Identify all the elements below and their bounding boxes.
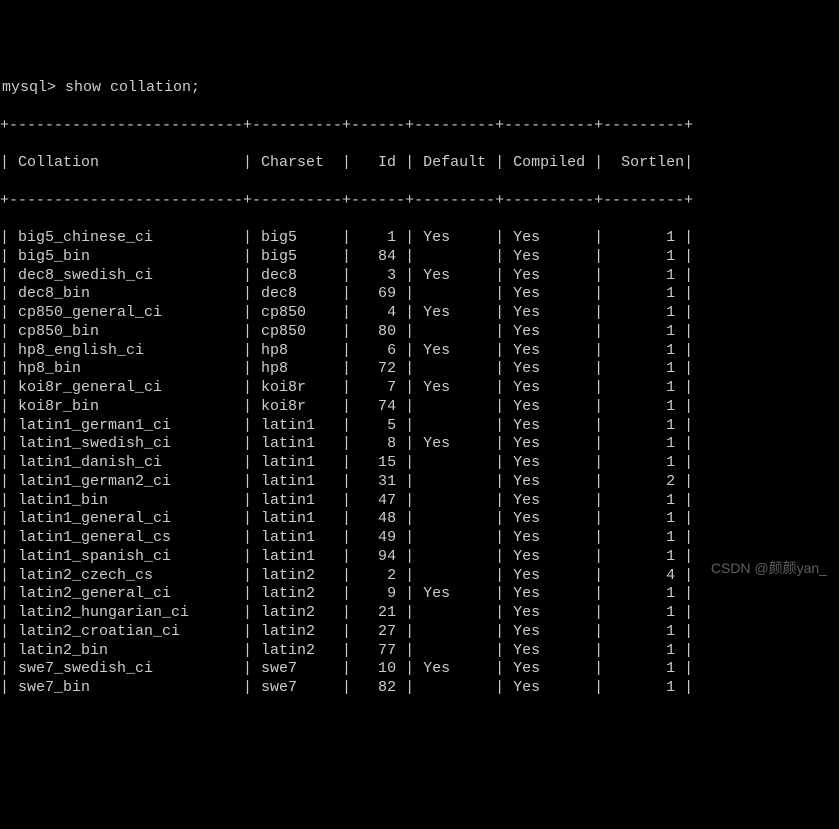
table-row: | koi8r_bin | koi8r | 74 | | Yes | 1 | <box>0 398 839 417</box>
table-row: | latin1_general_ci | latin1 | 48 | | Ye… <box>0 510 839 529</box>
table-body: | big5_chinese_ci | big5 | 1 | Yes | Yes… <box>0 229 839 698</box>
mysql-prompt: mysql> show collation; <box>0 79 839 98</box>
table-row: | latin1_bin | latin1 | 47 | | Yes | 1 | <box>0 492 839 511</box>
table-row: | dec8_bin | dec8 | 69 | | Yes | 1 | <box>0 285 839 304</box>
table-top-border: +--------------------------+----------+-… <box>0 117 839 136</box>
header-default: Default <box>423 154 495 173</box>
table-row: | latin1_danish_ci | latin1 | 15 | | Yes… <box>0 454 839 473</box>
table-row: | hp8_bin | hp8 | 72 | | Yes | 1 | <box>0 360 839 379</box>
table-row: | latin2_general_ci | latin2 | 9 | Yes |… <box>0 585 839 604</box>
table-header-row: | Collation | Charset | Id | Default| Co… <box>0 154 839 173</box>
table-header-border: +--------------------------+----------+-… <box>0 192 839 211</box>
table-row: | hp8_english_ci | hp8 | 6 | Yes | Yes |… <box>0 342 839 361</box>
table-row: | swe7_swedish_ci | swe7 | 10 | Yes | Ye… <box>0 660 839 679</box>
header-sortlen: Sortlen <box>612 154 684 173</box>
table-row: | latin2_hungarian_ci | latin2 | 21 | | … <box>0 604 839 623</box>
watermark-text: CSDN @颜颜yan_ <box>711 560 827 578</box>
table-row: | latin2_bin | latin2 | 77 | | Yes | 1 | <box>0 642 839 661</box>
table-row: | big5_bin | big5 | 84 | | Yes | 1 | <box>0 248 839 267</box>
header-id: Id <box>360 154 396 173</box>
table-row: | cp850_bin | cp850 | 80 | | Yes | 1 | <box>0 323 839 342</box>
header-compiled: Compiled <box>513 154 594 173</box>
table-row: | latin1_german2_ci | latin1 | 31 | | Ye… <box>0 473 839 492</box>
table-row: | dec8_swedish_ci | dec8 | 3 | Yes | Yes… <box>0 267 839 286</box>
header-charset: Charset <box>261 154 324 173</box>
table-row: | latin1_swedish_ci | latin1 | 8 | Yes |… <box>0 435 839 454</box>
table-row: | latin1_general_cs | latin1 | 49 | | Ye… <box>0 529 839 548</box>
table-row: | swe7_bin | swe7 | 82 | | Yes | 1 | <box>0 679 839 698</box>
table-row: | latin1_german1_ci | latin1 | 5 | | Yes… <box>0 417 839 436</box>
table-row: | koi8r_general_ci | koi8r | 7 | Yes | Y… <box>0 379 839 398</box>
table-row: | cp850_general_ci | cp850 | 4 | Yes | Y… <box>0 304 839 323</box>
table-row: | latin2_croatian_ci | latin2 | 27 | | Y… <box>0 623 839 642</box>
header-collation: Collation <box>18 154 189 173</box>
table-row: | big5_chinese_ci | big5 | 1 | Yes | Yes… <box>0 229 839 248</box>
